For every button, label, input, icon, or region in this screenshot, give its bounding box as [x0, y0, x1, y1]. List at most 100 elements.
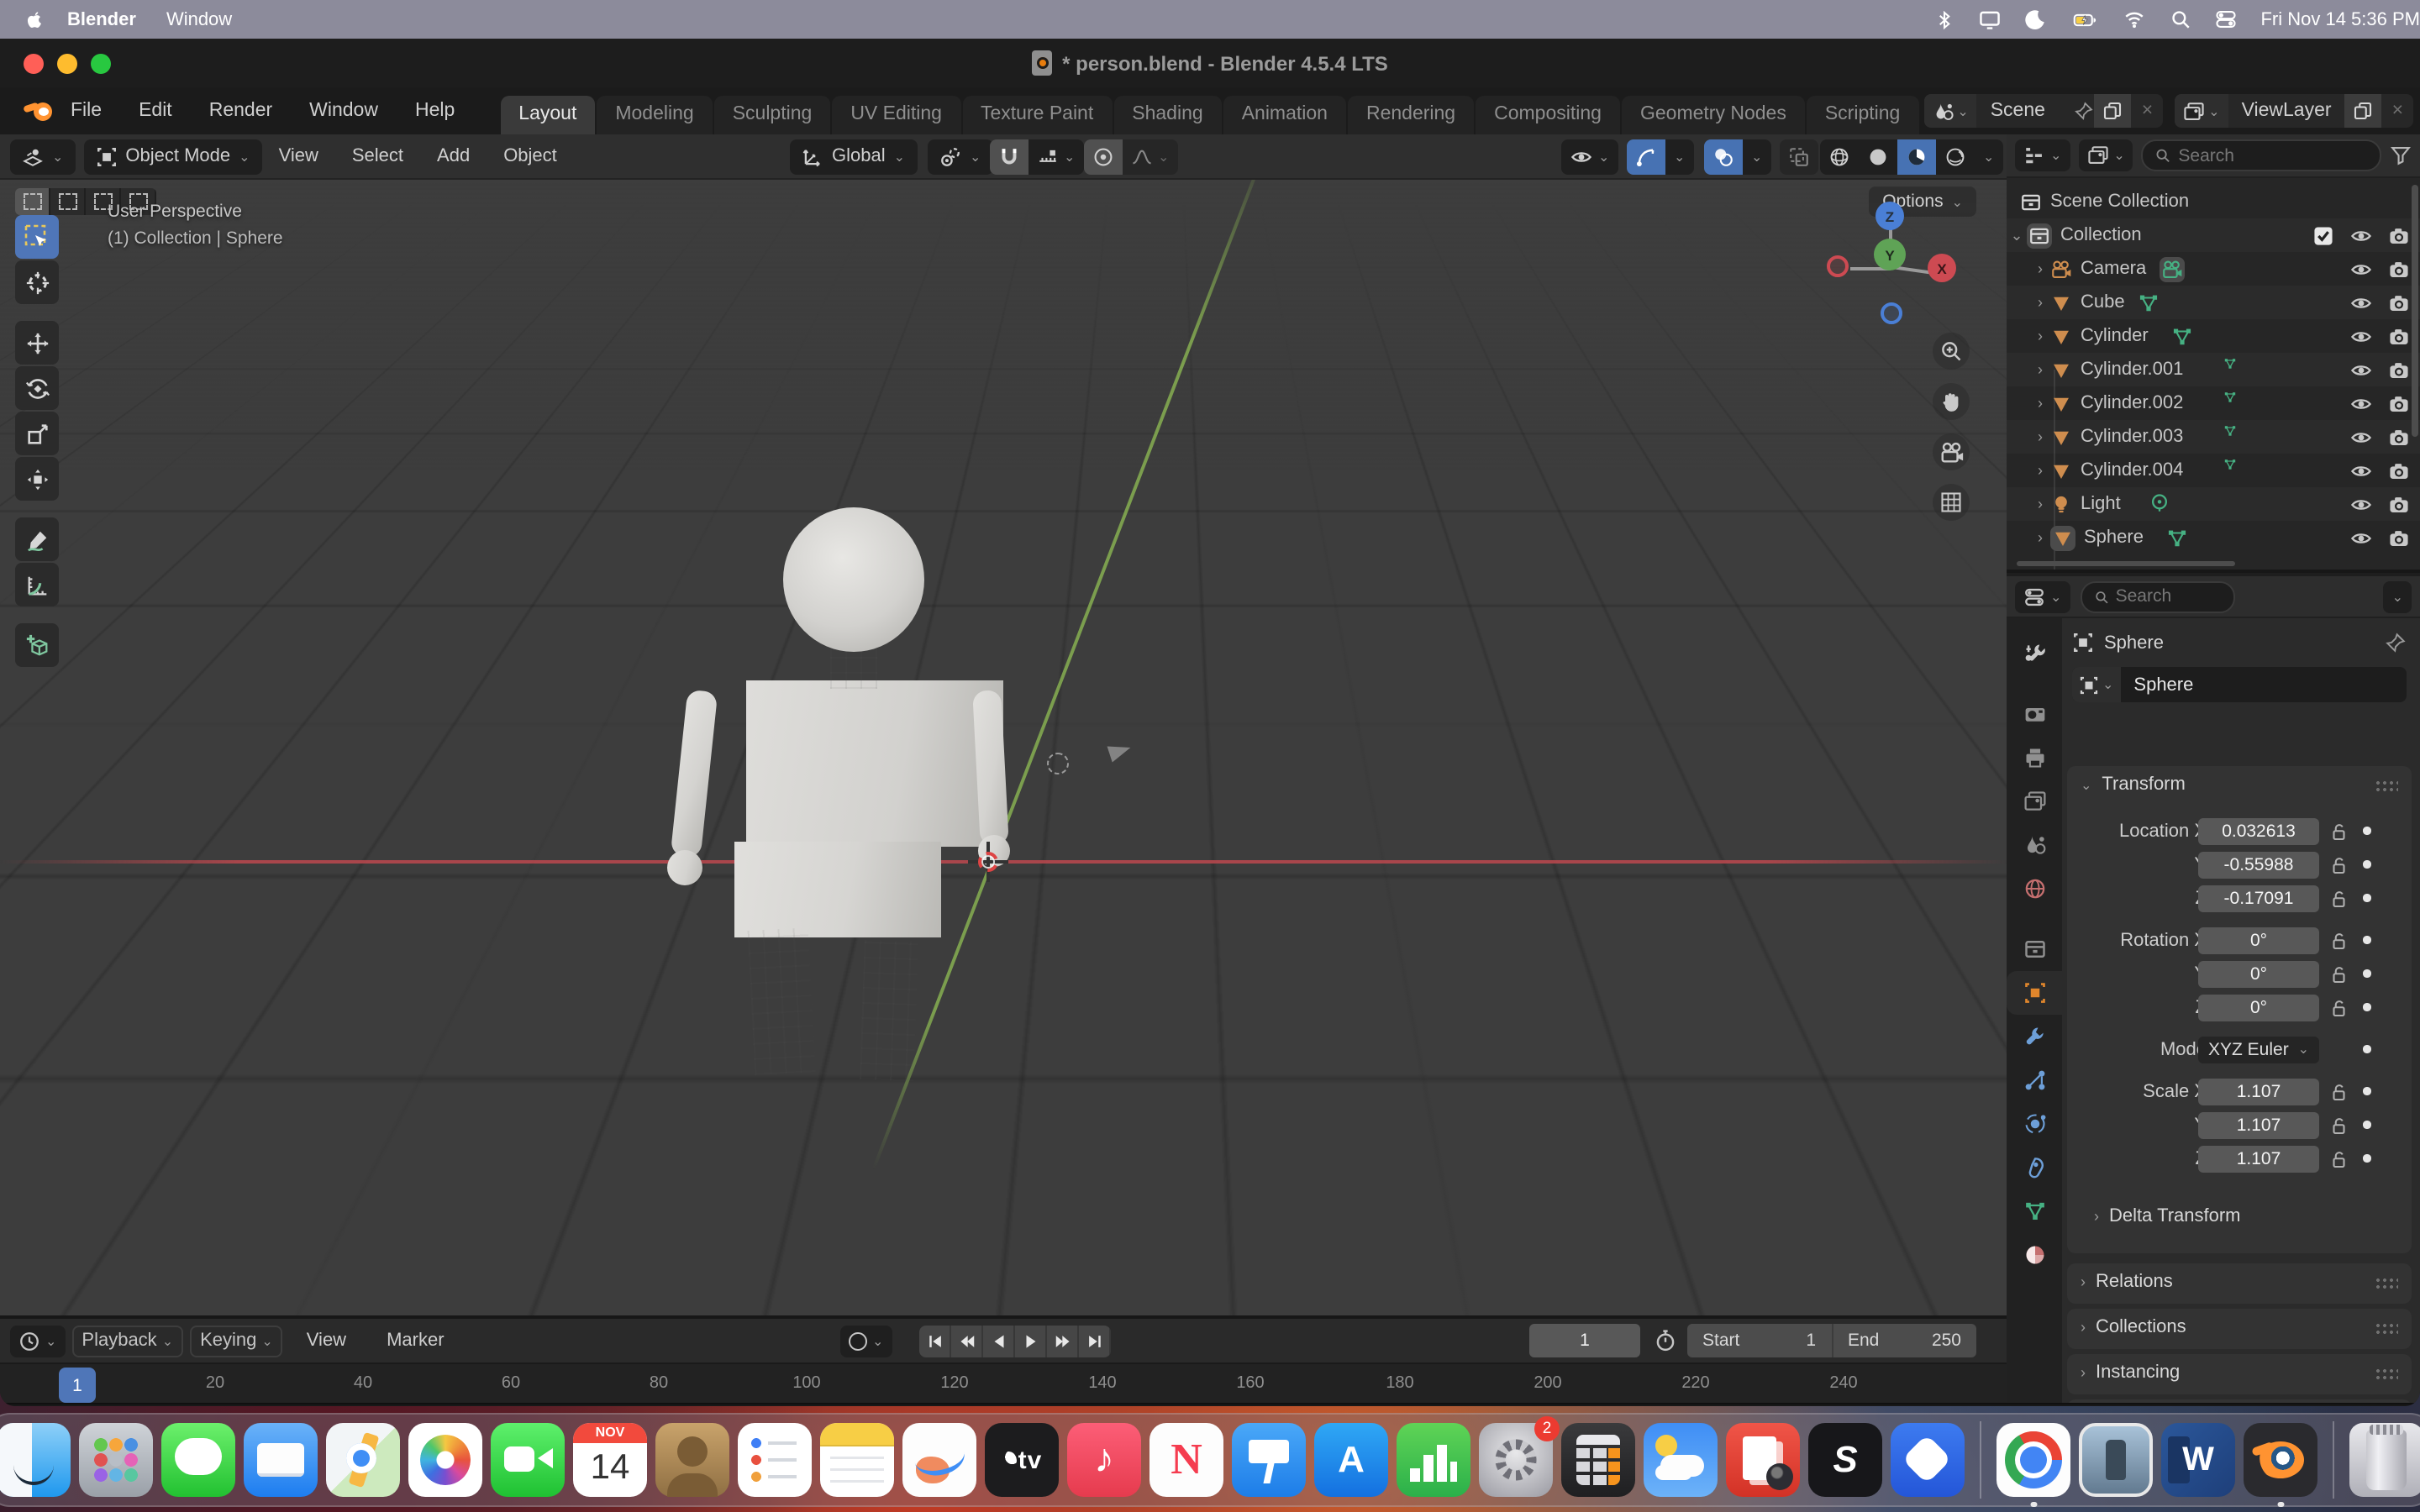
show-gizmo-toggle[interactable] [1627, 139, 1665, 174]
focus-moon-icon[interactable] [2025, 8, 2047, 30]
pin-icon[interactable] [2385, 632, 2407, 654]
animate-dot[interactable] [2363, 895, 2370, 902]
tab-particles[interactable] [2007, 1058, 2062, 1102]
location-y-field[interactable]: -0.55988 [2198, 851, 2319, 878]
render-visibility-icon[interactable] [2388, 493, 2410, 515]
gizmo-axis-z-neg[interactable] [1881, 302, 1902, 324]
tab-sculpting[interactable]: Sculpting [714, 96, 831, 134]
transform-panel-header[interactable]: ⌄ Transform [2067, 766, 2412, 803]
scale-z-field[interactable]: 1.107 [2198, 1145, 2319, 1172]
menubar-clock[interactable]: Fri Nov 14 5:36 PM [2260, 9, 2420, 29]
viewport-ortho-toggle-button[interactable] [1933, 484, 1970, 521]
timeline-editor-dropdown[interactable]: ⌄ [10, 1325, 65, 1357]
timeline-ruler[interactable]: 1 20 40 60 80 100 120 140 160 180 200 22… [0, 1362, 2007, 1406]
play-button[interactable] [1015, 1325, 1047, 1357]
model-right-leg[interactable] [860, 940, 918, 1081]
menu-help[interactable]: Help [397, 101, 473, 121]
rotation-z-field[interactable]: 0° [2198, 994, 2319, 1021]
new-scene-button[interactable] [2095, 94, 2132, 128]
scale-y-field[interactable]: 1.107 [2198, 1111, 2319, 1138]
animate-dot[interactable] [2363, 827, 2370, 835]
tab-layout[interactable]: Layout [500, 96, 595, 134]
menu-window[interactable]: Window [291, 101, 397, 121]
expand-icon[interactable]: › [2030, 428, 2050, 445]
apple-menu-icon[interactable] [24, 9, 44, 29]
shading-wireframe-button[interactable] [1820, 139, 1859, 174]
dock-messages[interactable] [161, 1423, 235, 1497]
outliner-row-collection[interactable]: ⌄ Collection [2007, 218, 2420, 252]
tab-world[interactable] [2007, 867, 2062, 911]
shading-material-button[interactable] [1897, 139, 1936, 174]
dock-contacts[interactable] [655, 1423, 729, 1497]
expand-icon[interactable]: › [2030, 260, 2050, 277]
render-visibility-icon[interactable] [2388, 325, 2410, 347]
dock-word[interactable]: W [2161, 1423, 2235, 1497]
tool-move[interactable] [15, 321, 59, 365]
dock-keynote[interactable] [1232, 1423, 1306, 1497]
snap-settings-dropdown[interactable]: ⌄ [1028, 139, 1083, 174]
scene-selector[interactable]: ⌄ Scene × [1923, 94, 2163, 128]
camera-data-icon[interactable] [2161, 258, 2183, 280]
next-keyframe-button[interactable] [1047, 1325, 1079, 1357]
tool-select-box[interactable] [15, 215, 59, 259]
dock-photos[interactable] [408, 1423, 482, 1497]
tab-tool[interactable] [2007, 632, 2062, 675]
expand-icon[interactable]: › [2030, 294, 2050, 311]
previous-keyframe-button[interactable] [951, 1325, 983, 1357]
hide-eye-icon[interactable] [2349, 426, 2373, 448]
model-left-leg[interactable] [748, 927, 816, 1075]
dock-tv[interactable]: tv [985, 1423, 1059, 1497]
dock-news[interactable]: N [1150, 1423, 1223, 1497]
bluetooth-icon[interactable] [1934, 9, 1954, 29]
viewport-menu-view[interactable]: View [262, 146, 335, 166]
dock-music[interactable]: ♪ [1067, 1423, 1141, 1497]
panel-grip[interactable] [2375, 1276, 2398, 1288]
expand-icon[interactable]: › [2030, 462, 2050, 479]
show-overlays-toggle[interactable] [1704, 139, 1743, 174]
dock-weather[interactable] [1644, 1423, 1718, 1497]
expand-icon[interactable]: › [2030, 361, 2050, 378]
dock-freeform[interactable] [902, 1423, 976, 1497]
light-object-gizmo[interactable] [1047, 753, 1069, 774]
collections-panel[interactable]: ›Collections [2067, 1309, 2412, 1349]
object-name-field[interactable]: ⌄ Sphere [2072, 667, 2407, 702]
tab-geometry-nodes[interactable]: Geometry Nodes [1622, 96, 1805, 134]
outliner-row-light[interactable]: › Light [2007, 487, 2420, 521]
mode-dropdown[interactable]: Object Mode⌄ [83, 139, 261, 174]
tab-view-layer[interactable] [2007, 780, 2062, 823]
mesh-data-icon[interactable] [2167, 527, 2189, 549]
menubar-window-menu[interactable]: Window [166, 9, 232, 29]
select-mode-extend[interactable] [50, 188, 86, 215]
tool-annotate[interactable] [15, 517, 59, 561]
mesh-data-icon[interactable] [2223, 423, 2237, 438]
panel-grip[interactable] [2375, 779, 2398, 790]
delete-viewlayer-button[interactable]: × [2382, 101, 2413, 121]
animate-dot[interactable] [2363, 1004, 2370, 1011]
start-frame-field[interactable]: Start1 [1687, 1331, 1831, 1351]
expand-icon[interactable]: › [2030, 496, 2050, 512]
object-visibility-dropdown[interactable]: ⌄ [1561, 139, 1618, 174]
animate-dot[interactable] [2363, 1121, 2370, 1129]
lock-icon[interactable] [2328, 963, 2348, 984]
tab-material[interactable] [2007, 1233, 2062, 1277]
jump-to-start-button[interactable] [919, 1325, 951, 1357]
animate-dot[interactable] [2363, 1046, 2370, 1053]
pivot-point-dropdown[interactable]: ⌄ [928, 139, 992, 174]
tab-constraints[interactable] [2007, 1146, 2062, 1189]
lock-icon[interactable] [2328, 854, 2348, 874]
spotlight-search-icon[interactable] [2170, 8, 2191, 30]
dock-mail[interactable] [244, 1423, 318, 1497]
mesh-data-icon[interactable] [2172, 325, 2194, 347]
tab-object-data[interactable] [2007, 1189, 2062, 1233]
dock-system-settings[interactable]: 2 [1479, 1423, 1553, 1497]
animate-dot[interactable] [2363, 970, 2370, 978]
tab-physics[interactable] [2007, 1102, 2062, 1146]
dock-facetime[interactable] [491, 1423, 565, 1497]
tab-output[interactable] [2007, 736, 2062, 780]
viewlayer-name[interactable]: ViewLayer [2228, 101, 2345, 121]
outliner-scrollbar[interactable] [2412, 185, 2418, 437]
outliner-row-cylinder-004[interactable]: › Cylinder.004 [2007, 454, 2420, 487]
transform-orientation-dropdown[interactable]: Global⌄ [790, 139, 917, 174]
outliner-search-input[interactable] [2178, 145, 2368, 165]
overlays-dropdown[interactable]: ⌄ [1743, 139, 1770, 174]
